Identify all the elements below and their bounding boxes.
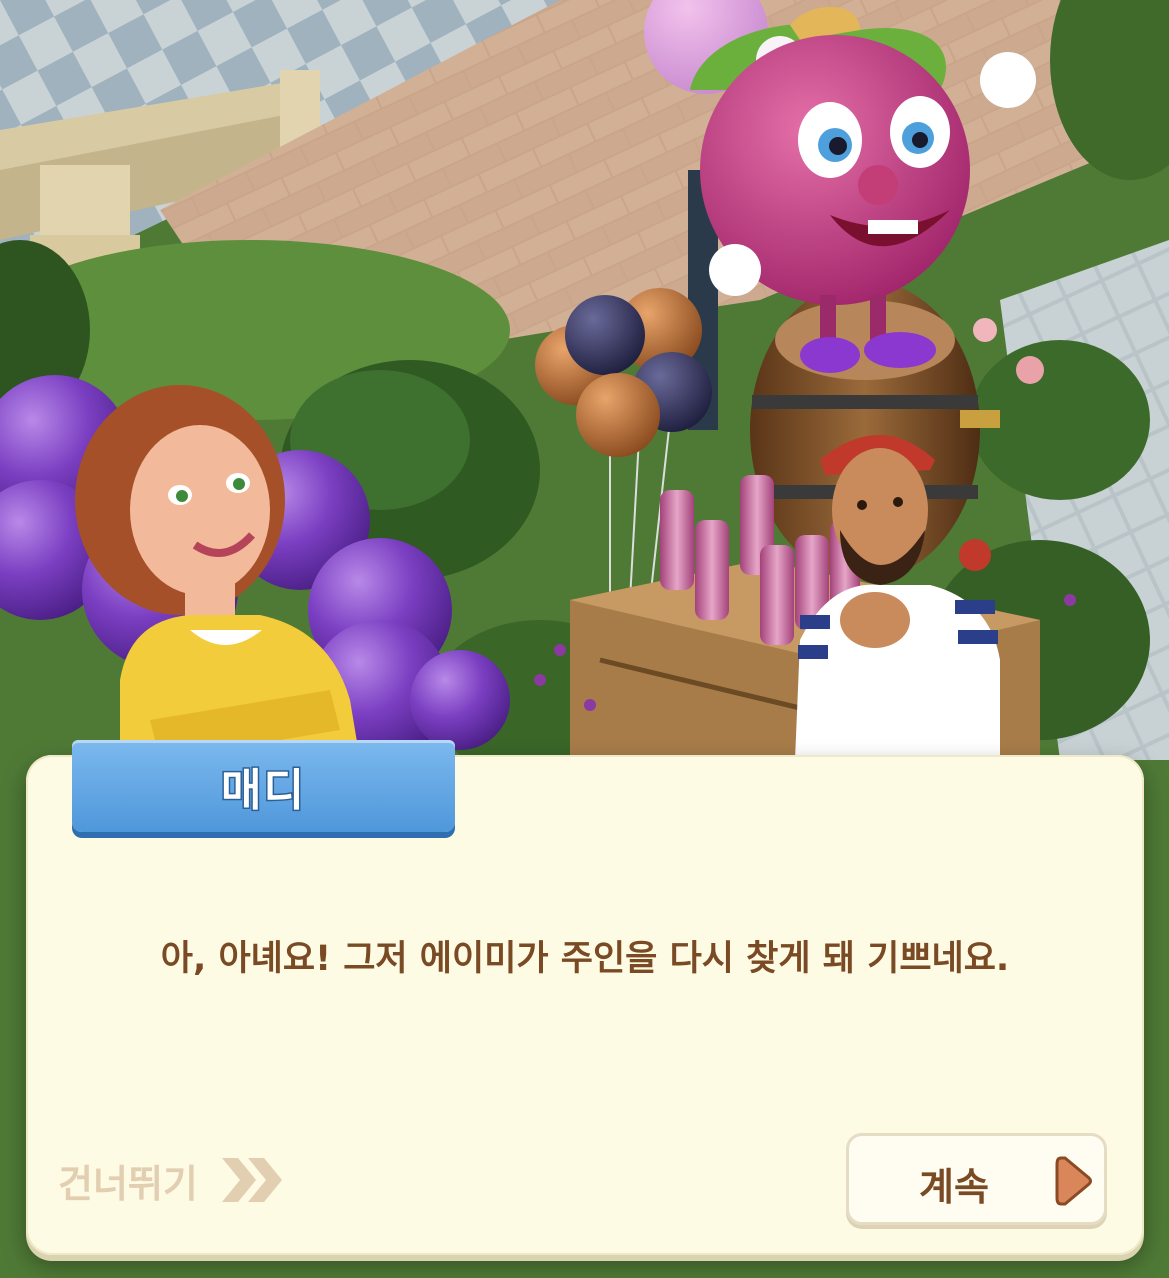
double-chevron-right-icon bbox=[221, 1158, 282, 1202]
dialog-message: 아, 아녜요! 그저 에이미가 주인을 다시 찾게 돼 기쁘네요. bbox=[160, 939, 1010, 979]
continue-label: 계속 bbox=[919, 1165, 989, 1209]
skip-label: 건너뛰기 bbox=[58, 1161, 198, 1206]
play-triangle-icon bbox=[1055, 1156, 1092, 1206]
skip-button[interactable]: 건너뛰기 bbox=[58, 1148, 286, 1212]
continue-button[interactable]: 계속 bbox=[846, 1133, 1107, 1225]
speaker-name-tab: 매디 bbox=[72, 740, 455, 832]
speaker-name: 매디 bbox=[220, 764, 306, 818]
